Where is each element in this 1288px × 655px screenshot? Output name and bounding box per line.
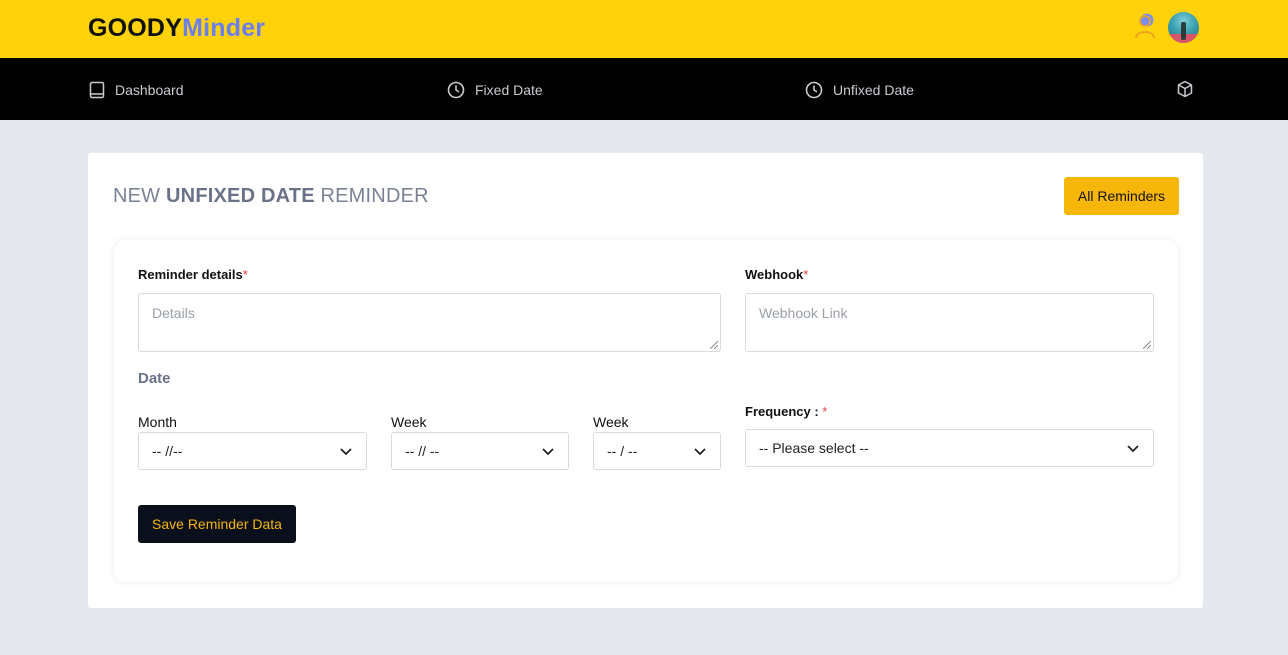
save-reminder-button[interactable]: Save Reminder Data bbox=[138, 505, 296, 543]
clock-icon bbox=[447, 81, 465, 99]
week2-select-value: -- / -- bbox=[607, 443, 638, 459]
reminder-form: Reminder details* Details Webhook* Webho… bbox=[114, 240, 1178, 582]
week1-select-value: -- // -- bbox=[405, 443, 440, 459]
nav-item-unfixed-date[interactable]: Unfixed Date bbox=[805, 80, 914, 100]
avatar[interactable] bbox=[1168, 12, 1199, 43]
webhook-label: Webhook* bbox=[745, 267, 808, 282]
required-mark: * bbox=[822, 404, 828, 419]
details-label: Reminder details* bbox=[138, 267, 248, 282]
nav-item-dashboard[interactable]: Dashboard bbox=[89, 80, 184, 100]
frequency-select-value: -- Please select -- bbox=[759, 440, 869, 456]
week1-select[interactable]: -- // -- bbox=[391, 432, 569, 470]
chevron-down-icon bbox=[340, 448, 352, 456]
month-select[interactable]: -- //-- bbox=[138, 432, 367, 470]
title-suffix: REMINDER bbox=[320, 185, 429, 207]
resize-handle-icon[interactable] bbox=[710, 341, 718, 349]
details-placeholder: Details bbox=[152, 305, 195, 321]
required-mark: * bbox=[803, 267, 809, 282]
frequency-label-text: Frequency : bbox=[745, 404, 823, 419]
page-title: NEW UNFIXED DATE REMINDER bbox=[113, 185, 429, 208]
all-reminders-button[interactable]: All Reminders bbox=[1064, 177, 1179, 215]
webhook-label-text: Webhook bbox=[745, 267, 804, 282]
title-prefix: NEW bbox=[113, 185, 161, 207]
webhook-placeholder: Webhook Link bbox=[759, 305, 848, 321]
week2-label: Week bbox=[593, 414, 629, 430]
details-label-text: Reminder details bbox=[138, 267, 243, 282]
nav-label-unfixed-date: Unfixed Date bbox=[833, 82, 914, 98]
month-label: Month bbox=[138, 414, 177, 430]
main-nav: Dashboard Fixed Date Unfixed Date bbox=[0, 58, 1288, 120]
logo-part-minder: Minder bbox=[182, 14, 266, 42]
date-section-label: Date bbox=[138, 370, 171, 387]
resize-handle-icon[interactable] bbox=[1143, 341, 1151, 349]
user-icon[interactable] bbox=[1133, 12, 1157, 40]
title-bold: UNFIXED DATE bbox=[166, 185, 315, 207]
webhook-textarea[interactable]: Webhook Link bbox=[745, 293, 1154, 352]
nav-item-fixed-date[interactable]: Fixed Date bbox=[447, 80, 543, 100]
frequency-label: Frequency : * bbox=[745, 404, 827, 419]
chevron-down-icon bbox=[694, 448, 706, 456]
nav-label-fixed-date: Fixed Date bbox=[475, 82, 543, 98]
details-textarea[interactable]: Details bbox=[138, 293, 721, 352]
month-select-value: -- //-- bbox=[152, 443, 183, 459]
frequency-select[interactable]: -- Please select -- bbox=[745, 429, 1154, 467]
top-bar: GOODYMinder bbox=[0, 0, 1288, 58]
week1-label: Week bbox=[391, 414, 427, 430]
cube-icon[interactable] bbox=[1176, 80, 1194, 103]
chevron-down-icon bbox=[542, 448, 554, 456]
book-icon bbox=[89, 81, 105, 99]
chevron-down-icon bbox=[1127, 445, 1139, 453]
required-mark: * bbox=[242, 267, 248, 282]
logo-part-goody: GOODY bbox=[88, 14, 183, 42]
app-logo[interactable]: GOODYMinder bbox=[88, 14, 265, 43]
week2-select[interactable]: -- / -- bbox=[593, 432, 721, 470]
clock-icon bbox=[805, 81, 823, 99]
main-card: NEW UNFIXED DATE REMINDER All Reminders … bbox=[88, 153, 1203, 608]
nav-label-dashboard: Dashboard bbox=[115, 82, 184, 98]
